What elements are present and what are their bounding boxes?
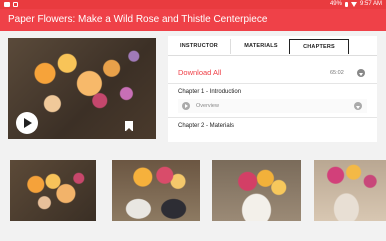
gallery-thumbnail[interactable] bbox=[212, 160, 301, 221]
tab-materials[interactable]: MATERIALS bbox=[230, 39, 292, 54]
chapters-panel: INSTRUCTOR MATERIALS CHAPTERS Download A… bbox=[168, 36, 377, 142]
status-bar: 49% 9:57 AM bbox=[0, 0, 386, 9]
tab-chapters[interactable]: CHAPTERS bbox=[289, 39, 349, 54]
download-icon[interactable] bbox=[354, 102, 362, 110]
play-icon[interactable] bbox=[16, 112, 38, 134]
download-all-row[interactable]: Download All 65:02 bbox=[178, 68, 367, 78]
photo-icon bbox=[4, 2, 10, 7]
battery-icon bbox=[344, 2, 348, 7]
video-player[interactable] bbox=[8, 38, 156, 139]
bookmark-icon[interactable] bbox=[125, 121, 133, 132]
gallery-thumbnail[interactable] bbox=[314, 160, 386, 221]
tab-bar: INSTRUCTOR MATERIALS CHAPTERS bbox=[168, 36, 377, 56]
lesson-row[interactable]: Overview bbox=[178, 99, 367, 113]
page-title: Paper Flowers: Make a Wild Rose and This… bbox=[8, 14, 268, 25]
chapter-title[interactable]: Chapter 2 - Materials bbox=[178, 122, 234, 130]
gallery-thumbnail[interactable] bbox=[112, 160, 200, 221]
divider bbox=[168, 117, 377, 118]
title-bar: Paper Flowers: Make a Wild Rose and This… bbox=[0, 9, 386, 31]
tab-instructor[interactable]: INSTRUCTOR bbox=[168, 39, 230, 54]
app-root: 49% 9:57 AM Paper Flowers: Make a Wild R… bbox=[0, 0, 386, 241]
divider bbox=[168, 83, 377, 84]
notification-icon bbox=[13, 2, 18, 7]
lesson-title[interactable]: Overview bbox=[196, 99, 219, 113]
clock: 9:57 AM bbox=[359, 1, 382, 7]
download-icon[interactable] bbox=[357, 69, 365, 77]
gallery-thumbnail[interactable] bbox=[10, 160, 96, 221]
battery-percent: 49% bbox=[329, 1, 342, 7]
download-all-label[interactable]: Download All bbox=[178, 68, 221, 78]
chapter-title[interactable]: Chapter 1 - Introduction bbox=[178, 88, 241, 96]
status-right: 49% 9:57 AM bbox=[330, 0, 382, 9]
wifi-icon bbox=[350, 2, 357, 7]
total-duration: 65:02 bbox=[330, 70, 344, 76]
play-icon[interactable] bbox=[182, 102, 190, 110]
status-left bbox=[4, 0, 18, 9]
